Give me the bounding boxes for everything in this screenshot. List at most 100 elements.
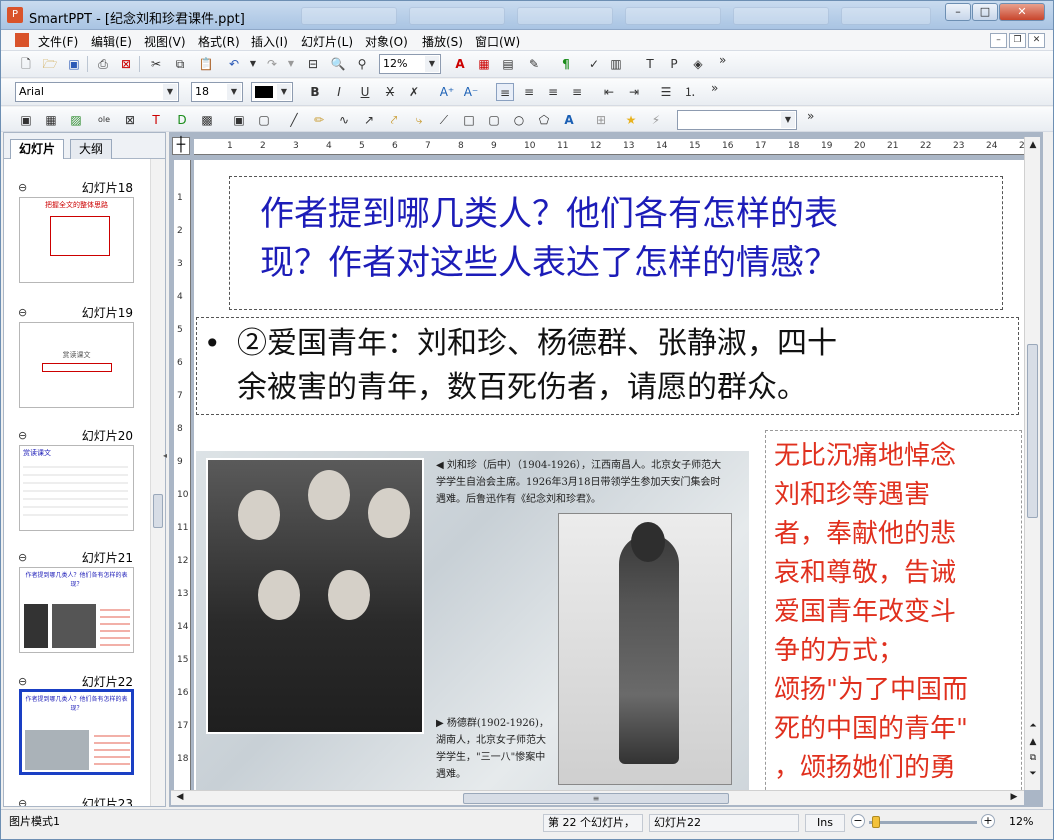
copy-icon[interactable]: ⧉ xyxy=(171,55,189,73)
font-select[interactable]: Arial ▼ xyxy=(15,82,179,102)
mdi-minimize-button[interactable]: – xyxy=(990,33,1007,48)
tab-outline[interactable]: 大纲 xyxy=(70,139,113,159)
scrollbar-thumb[interactable]: ≡ xyxy=(463,793,729,804)
zoom-out-icon[interactable]: ⚲ xyxy=(353,55,371,73)
new-file-icon[interactable]: 🗋 xyxy=(17,55,35,73)
panel-scrollbar[interactable] xyxy=(150,159,165,806)
scroll-right-icon[interactable]: ▶ xyxy=(1007,791,1021,804)
italic-icon[interactable]: I xyxy=(330,83,348,101)
page-up-icon[interactable]: ▲ xyxy=(1026,736,1040,749)
connector-icon[interactable]: ⤤ xyxy=(385,111,403,129)
scrollbar-thumb[interactable] xyxy=(153,494,163,528)
align-left-icon[interactable]: ≡ xyxy=(496,83,514,101)
outline-icon[interactable]: ▤ xyxy=(499,55,517,73)
slide-thumbnail-21[interactable]: 作者提到哪几类人？他们各有怎样的表现？ xyxy=(19,567,134,653)
slide-thumbnail-18[interactable]: 把握全文的整体思路 xyxy=(19,197,134,283)
size-select[interactable]: 18 ▼ xyxy=(191,82,243,102)
zoom-out-button[interactable]: − xyxy=(851,814,865,828)
picture-icon[interactable]: P xyxy=(665,55,683,73)
zoom-in-icon[interactable]: 🔍 xyxy=(329,55,347,73)
zoom-slider-handle[interactable] xyxy=(872,816,880,828)
menu-edit[interactable]: 编辑(E) xyxy=(91,33,132,50)
align-center-icon[interactable]: ≡ xyxy=(520,83,538,101)
shapes-icon[interactable]: ⬠ xyxy=(535,111,553,129)
table-icon[interactable]: ▦ xyxy=(42,111,60,129)
arrow-icon[interactable]: ↗ xyxy=(360,111,378,129)
strikethrough-icon[interactable]: X xyxy=(381,83,399,101)
increase-indent-icon[interactable]: ⇥ xyxy=(625,83,643,101)
tab-slides[interactable]: 幻灯片 xyxy=(10,139,65,160)
commentary-textbox[interactable]: 无比沉痛地悼念 刘和珍等遇害 者，奉献他的悲 哀和尊敬，告诫 爱国青年改变斗 争的方式； 颂… xyxy=(765,430,1022,790)
zoom-in-button[interactable]: + xyxy=(981,814,995,828)
horizontal-scrollbar[interactable]: ◀ ≡ ▶ xyxy=(171,790,1024,805)
wordart-icon[interactable]: A xyxy=(560,111,578,129)
close-button[interactable]: ✕ xyxy=(999,3,1045,21)
vertical-scrollbar[interactable]: ▲ ⏶ ▲ ⧉ ⏷ xyxy=(1024,137,1040,790)
historical-photo[interactable]: ◀ 刘和珍（后中）（1904-1926），江西南昌人。北京女子师范大学学生自治会… xyxy=(196,451,749,790)
save-icon[interactable]: ▣ xyxy=(65,55,83,73)
maximize-button[interactable]: □ xyxy=(972,3,998,21)
scroll-up-icon[interactable]: ▲ xyxy=(1026,139,1040,152)
menu-slide[interactable]: 幻灯片(L) xyxy=(301,33,353,50)
scroll-left-icon[interactable]: ◀ xyxy=(173,791,187,804)
toolbar-chevron[interactable]: » xyxy=(807,109,814,123)
align-right-icon[interactable]: ≡ xyxy=(544,83,562,101)
stack-icon[interactable]: ◈ xyxy=(689,55,707,73)
grow-font-icon[interactable]: A⁺ xyxy=(438,83,456,101)
decrease-indent-icon[interactable]: ⇤ xyxy=(600,83,618,101)
bold-icon[interactable]: B xyxy=(306,83,324,101)
ungroup-icon[interactable]: ▢ xyxy=(255,111,273,129)
align-objects-icon[interactable]: ⊞ xyxy=(592,111,610,129)
bullet-textbox[interactable]: • ②爱国青年：刘和珍、杨德群、张静淑，四十 余被害的青年，数百死伤者，请愿的群… xyxy=(196,317,1019,415)
media-icon[interactable]: ⊠ xyxy=(121,111,139,129)
style-select[interactable]: ▼ xyxy=(677,110,797,130)
numbered-list-icon[interactable]: ⒈ xyxy=(681,83,699,101)
mdi-restore-button[interactable]: ❐ xyxy=(1009,33,1026,48)
undo-dropdown-icon[interactable]: ▼ xyxy=(244,55,262,73)
text-box-icon[interactable]: T xyxy=(641,55,659,73)
minimize-button[interactable]: – xyxy=(945,3,971,21)
slide-thumbnail-20[interactable]: 赏读课文 xyxy=(19,445,134,531)
color-select[interactable]: ▼ xyxy=(251,82,293,102)
format-painter-icon[interactable]: ✎ xyxy=(525,55,543,73)
menu-window[interactable]: 窗口(W) xyxy=(475,33,520,50)
ellipse-icon[interactable]: ○ xyxy=(510,111,528,129)
slide-thumbnail-19[interactable]: 赏读课文 xyxy=(19,322,134,408)
zoom-slider[interactable] xyxy=(869,821,977,824)
cut-icon[interactable]: ✂ xyxy=(147,55,165,73)
rounded-rect-icon[interactable]: ▢ xyxy=(485,111,503,129)
toolbar-chevron[interactable]: » xyxy=(719,53,726,67)
fill-icon[interactable]: ▦ xyxy=(475,55,493,73)
clear-format-icon[interactable]: ✗ xyxy=(405,83,423,101)
menu-insert[interactable]: 插入(I) xyxy=(251,33,288,50)
menu-play[interactable]: 播放(S) xyxy=(422,33,463,50)
justify-icon[interactable]: ≡ xyxy=(568,83,586,101)
line-icon[interactable]: ╱ xyxy=(285,111,303,129)
undo-icon[interactable]: ↶ xyxy=(225,55,243,73)
redo-icon[interactable]: ↷ xyxy=(263,55,281,73)
slide-canvas[interactable]: 作者提到哪几类人？他们各有怎样的表 现？作者对这些人表达了怎样的情感？ • ②爱… xyxy=(194,160,1024,790)
menu-object[interactable]: 对象(O) xyxy=(365,33,408,50)
text-color-icon[interactable]: A xyxy=(451,55,469,73)
bullet-list-icon[interactable]: ☰ xyxy=(657,83,675,101)
star-icon[interactable]: ★ xyxy=(622,111,640,129)
spell-check-icon[interactable]: ✓ xyxy=(585,55,603,73)
title-box-icon[interactable]: T xyxy=(147,111,165,129)
menu-file[interactable]: 文件(F) xyxy=(38,33,78,50)
mdi-close-button[interactable]: ✕ xyxy=(1028,33,1045,48)
slide-thumbnail-22[interactable]: 作者提到哪几类人？他们各有怎样的表现？ xyxy=(19,689,134,775)
open-folder-icon[interactable]: 🗁 xyxy=(41,55,59,73)
redo-dropdown-icon[interactable]: ▼ xyxy=(282,55,300,73)
copy-slide-icon[interactable]: ⧉ xyxy=(1026,752,1040,765)
animation-icon[interactable]: ⚡ xyxy=(647,111,665,129)
pdf-export-icon[interactable]: ⊠ xyxy=(117,55,135,73)
menu-view[interactable]: 视图(V) xyxy=(144,33,186,50)
question-textbox[interactable]: 作者提到哪几类人？他们各有怎样的表 现？作者对这些人表达了怎样的情感？ xyxy=(229,176,1003,310)
elbow-connector-icon[interactable]: ⤷ xyxy=(410,111,428,129)
zoom-select[interactable]: 12% ▼ xyxy=(379,54,441,74)
rectangle-icon[interactable]: □ xyxy=(460,111,478,129)
slide-layout-icon[interactable]: ▣ xyxy=(17,111,35,129)
curve-icon[interactable]: ∿ xyxy=(335,111,353,129)
ole-object-icon[interactable]: ole xyxy=(95,111,113,129)
statistics-icon[interactable]: ▥ xyxy=(607,55,625,73)
